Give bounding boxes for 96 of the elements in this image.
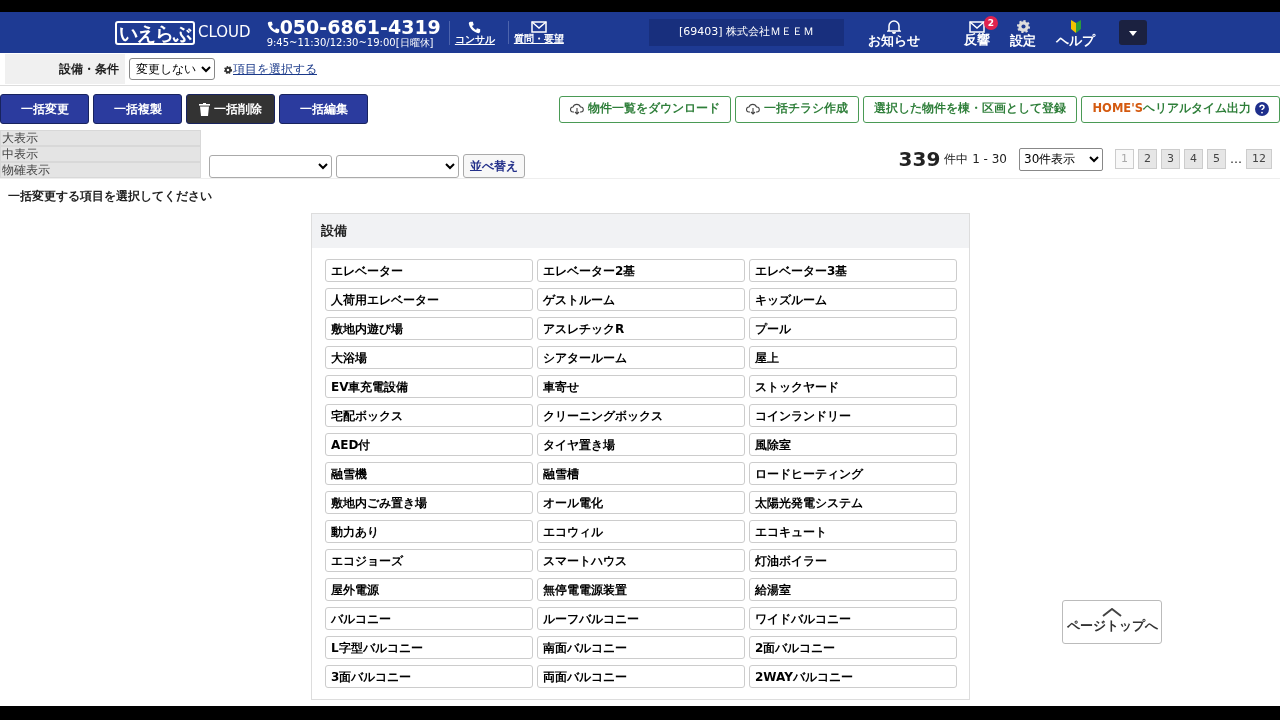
equipment-option[interactable]: ゲストルーム (537, 288, 745, 311)
equipment-option[interactable]: 灯油ボイラー (749, 549, 957, 572)
chevron-up-icon (1102, 608, 1122, 618)
phone-number: 050-6861-4319 (279, 17, 441, 37)
bell-icon (887, 18, 901, 34)
equipment-option[interactable]: コインランドリー (749, 404, 957, 427)
header-link[interactable]: 質問・要望 (507, 21, 569, 44)
page-button[interactable]: 12 (1246, 149, 1272, 169)
equipment-option[interactable]: エコキュート (749, 520, 957, 543)
bulk-button[interactable]: 一括変更 (0, 94, 89, 124)
equipment-option[interactable]: 融雪槽 (537, 462, 745, 485)
equipment-option[interactable]: AED付 (325, 433, 533, 456)
caret-icon (1129, 30, 1137, 36)
condition-select[interactable]: 変更しない (129, 58, 215, 80)
equipment-option[interactable]: クリーニングボックス (537, 404, 745, 427)
equipment-option[interactable]: スマートハウス (537, 549, 745, 572)
page-top-button[interactable]: ページトップへ (1062, 600, 1162, 644)
header-icon-button[interactable]: 設定 (1010, 18, 1036, 47)
equipment-option[interactable]: オール電化 (537, 491, 745, 514)
sort-order-select[interactable] (336, 154, 459, 178)
pagination-ellipsis: … (1230, 151, 1242, 168)
export-button[interactable]: 一括チラシ作成 (735, 95, 860, 123)
phone-icon (468, 20, 482, 34)
header-link[interactable]: コンサル (448, 20, 500, 45)
header-icon-button[interactable]: お知らせ (868, 18, 920, 47)
equipment-option[interactable]: EV車充電設備 (325, 375, 533, 398)
equipment-option[interactable]: ストックヤード (749, 375, 957, 398)
equipment-option[interactable]: エコウィル (537, 520, 745, 543)
view-mode-tab[interactable]: 中表示 (0, 146, 201, 162)
condition-label: 設備・条件 (5, 54, 125, 84)
view-mode-tab[interactable]: 大表示 (0, 130, 201, 146)
page-button[interactable]: 2 (1138, 149, 1157, 169)
select-items-link[interactable]: 項目を選択する (233, 60, 317, 78)
view-mode-tab[interactable]: 物確表示 (0, 162, 201, 178)
equipment-option[interactable]: 太陽光発電システム (749, 491, 957, 514)
equipment-option[interactable]: エレベーター (325, 259, 533, 282)
equipment-option[interactable]: 大浴場 (325, 346, 533, 369)
equipment-option[interactable]: 風除室 (749, 433, 957, 456)
equipment-option[interactable]: バルコニー (325, 607, 533, 630)
trash-icon (199, 102, 210, 116)
equipment-option[interactable]: L字型バルコニー (325, 636, 533, 659)
total-count: 339 (898, 146, 941, 173)
sort-select[interactable] (209, 154, 332, 178)
export-button[interactable]: 選択した物件を棟・区画として登録 (863, 95, 1078, 123)
business-hours: 9:45~11:30/12:30~19:00[日曜休] (266, 36, 435, 48)
export-button[interactable]: HOME'Sヘリアルタイム出力 (1081, 95, 1280, 123)
bulk-button[interactable]: 一括複製 (93, 94, 182, 124)
help-icon (1255, 100, 1269, 118)
page-button[interactable]: 5 (1207, 149, 1226, 169)
equipment-option[interactable]: ワイドバルコニー (749, 607, 957, 630)
equipment-option[interactable]: ロードヒーティング (749, 462, 957, 485)
equipment-option[interactable]: シアタールーム (537, 346, 745, 369)
equipment-option[interactable]: 敷地内ごみ置き場 (325, 491, 533, 514)
page-button[interactable]: 4 (1184, 149, 1203, 169)
equipment-option[interactable]: タイヤ置き場 (537, 433, 745, 456)
per-page-select[interactable]: 30件表示 (1019, 147, 1103, 171)
equipment-option[interactable]: エコジョーズ (325, 549, 533, 572)
equipment-option[interactable]: アスレチックR (537, 317, 745, 340)
equipment-option[interactable]: 給湯室 (749, 578, 957, 601)
gear-icon (1015, 18, 1031, 34)
equipment-option[interactable]: キッズルーム (749, 288, 957, 311)
equipment-option[interactable]: 敷地内遊び場 (325, 317, 533, 340)
range-text: 件中 1 - 30 (944, 151, 1007, 168)
leaf-icon (1069, 18, 1082, 34)
equipment-option[interactable]: 人荷用エレベーター (325, 288, 533, 311)
panel-title: 設備 (312, 214, 969, 248)
equipment-option[interactable]: 両面バルコニー (537, 665, 745, 688)
equipment-option[interactable]: プール (749, 317, 957, 340)
dropdown-button[interactable] (1119, 20, 1147, 45)
equipment-option[interactable]: 車寄せ (537, 375, 745, 398)
equipment-option[interactable]: エレベーター2基 (537, 259, 745, 282)
instruction-text: 一括変更する項目を選択してください (7, 188, 213, 205)
equipment-option[interactable]: 南面バルコニー (537, 636, 745, 659)
equipment-option[interactable]: 動力あり (325, 520, 533, 543)
equipment-option[interactable]: 融雪機 (325, 462, 533, 485)
logo-suffix: CLOUD (198, 22, 251, 44)
export-button[interactable]: 物件一覧をダウンロード (559, 95, 732, 123)
equipment-option[interactable]: エレベーター3基 (749, 259, 957, 282)
equipment-option[interactable]: 3面バルコニー (325, 665, 533, 688)
logo[interactable]: いえらぶ (115, 20, 195, 45)
page-button[interactable]: 3 (1161, 149, 1180, 169)
company-name: [69403] 株式会社ＭＥＥＭ (649, 19, 844, 46)
equipment-option[interactable]: 宅配ボックス (325, 404, 533, 427)
mail-icon (969, 19, 985, 33)
equipment-option[interactable]: ルーフバルコニー (537, 607, 745, 630)
equipment-option[interactable]: 屋外電源 (325, 578, 533, 601)
equipment-option[interactable]: 屋上 (749, 346, 957, 369)
notification-badge: 2 (984, 16, 998, 31)
header-icon-button[interactable]: ヘルプ (1056, 18, 1095, 47)
equipment-option[interactable]: 無停電電源装置 (537, 578, 745, 601)
equipment-option[interactable]: 2WAYバルコニー (749, 665, 957, 688)
mail-icon (530, 21, 547, 33)
sort-button[interactable]: 並べ替え (463, 154, 525, 178)
bulk-button[interactable]: 一括編集 (279, 94, 368, 124)
equipment-option[interactable]: 2面バルコニー (749, 636, 957, 659)
bulk-button[interactable]: 一括削除 (186, 94, 275, 124)
